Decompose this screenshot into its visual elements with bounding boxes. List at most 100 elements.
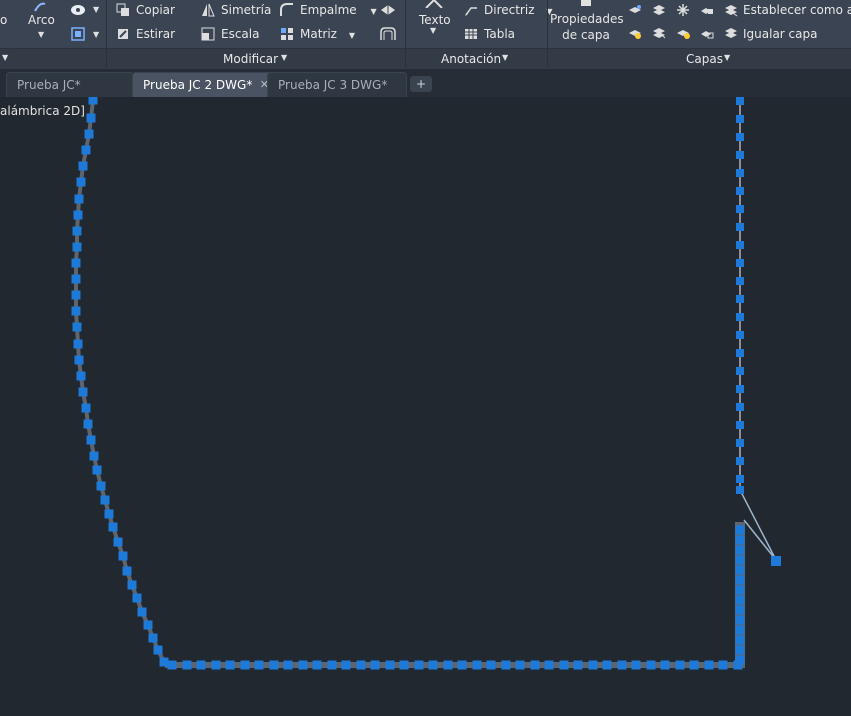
grip-marker[interactable] — [771, 556, 781, 566]
grip-marker[interactable] — [118, 551, 128, 561]
grip-marker[interactable] — [72, 322, 82, 332]
layer-on-icon[interactable] — [628, 26, 642, 40]
tab-prueba-jc[interactable]: Prueba JC* — [6, 72, 134, 97]
grip-marker[interactable] — [89, 451, 99, 461]
grip-marker[interactable] — [312, 660, 322, 670]
grip-marker[interactable] — [81, 403, 91, 413]
grip-marker[interactable] — [736, 97, 744, 105]
grip-marker[interactable] — [735, 555, 745, 565]
boundary-icon[interactable] — [70, 26, 86, 42]
arc-button[interactable]: Arco ▼ — [26, 0, 56, 44]
hatch-dropdown-icon[interactable]: ▼ — [93, 5, 99, 14]
text-dropdown-icon[interactable]: ▼ — [430, 26, 436, 35]
fillet-button[interactable]: Empalme ▼ — [280, 1, 377, 19]
grip-marker[interactable] — [370, 660, 380, 670]
grip-marker[interactable] — [399, 660, 409, 670]
grip-marker[interactable] — [736, 385, 744, 393]
tab-prueba-jc-2[interactable]: Prueba JC 2 DWG* ✕ — [132, 72, 278, 97]
grip-marker[interactable] — [735, 535, 745, 545]
grip-marker[interactable] — [736, 223, 744, 231]
grip-marker[interactable] — [735, 625, 745, 635]
grip-marker[interactable] — [86, 113, 96, 123]
grip-marker[interactable] — [76, 371, 86, 381]
grip-marker[interactable] — [81, 145, 91, 155]
array-button[interactable]: Matriz ▼ — [280, 25, 355, 43]
grip-marker[interactable] — [356, 660, 366, 670]
grip-marker[interactable] — [736, 277, 744, 285]
grip-marker[interactable] — [689, 660, 699, 670]
grip-marker[interactable] — [428, 660, 438, 670]
array-dropdown-icon[interactable]: ▼ — [349, 31, 355, 40]
grip-marker[interactable] — [646, 660, 656, 670]
grip-marker[interactable] — [74, 355, 84, 365]
grip-marker[interactable] — [122, 566, 132, 576]
grip-marker[interactable] — [254, 660, 264, 670]
grip-marker[interactable] — [88, 97, 98, 105]
grip-marker[interactable] — [736, 486, 744, 494]
grip-marker[interactable] — [71, 290, 81, 300]
stretch-button[interactable]: Estirar — [116, 25, 175, 43]
scale-button[interactable]: Escala — [201, 25, 259, 43]
grip-marker[interactable] — [735, 605, 745, 615]
layer-set-current-icon[interactable] — [724, 3, 738, 17]
grip-marker[interactable] — [182, 660, 192, 670]
grip-marker[interactable] — [736, 457, 744, 465]
copy-button[interactable]: Copiar — [116, 1, 175, 19]
grip-marker[interactable] — [414, 660, 424, 670]
grip-marker[interactable] — [735, 585, 745, 595]
grip-marker[interactable] — [501, 660, 511, 670]
draw-panel-bar[interactable]: ▼ — [0, 48, 106, 69]
grip-marker[interactable] — [675, 660, 685, 670]
arc-dropdown-icon[interactable]: ▼ — [38, 26, 44, 44]
grip-marker[interactable] — [631, 660, 641, 670]
new-tab-button[interactable]: + — [410, 76, 432, 92]
grip-marker[interactable] — [153, 645, 163, 655]
grip-marker[interactable] — [196, 660, 206, 670]
grip-marker[interactable] — [588, 660, 598, 670]
grip-marker[interactable] — [73, 210, 83, 220]
grip-marker[interactable] — [211, 660, 221, 670]
fillet-dropdown-icon[interactable]: ▼ — [370, 7, 376, 16]
grip-marker[interactable] — [298, 660, 308, 670]
grip-marker[interactable] — [736, 475, 744, 483]
grip-marker[interactable] — [113, 537, 123, 547]
grip-marker[interactable] — [736, 241, 744, 249]
offset-icon[interactable] — [379, 26, 397, 42]
layer-unisolate-icon[interactable] — [652, 26, 666, 40]
drawing-viewport[interactable] — [0, 97, 851, 716]
layers-panel-dropdown-icon[interactable]: ▼ — [724, 53, 730, 62]
grip-marker[interactable] — [559, 660, 569, 670]
match-layer-icon[interactable] — [724, 26, 738, 40]
grip-marker[interactable] — [617, 660, 627, 670]
grip-marker[interactable] — [486, 660, 496, 670]
grip-marker[interactable] — [143, 620, 153, 630]
grip-marker[interactable] — [530, 660, 540, 670]
annotation-panel-bar[interactable]: Anotación ▼ — [406, 48, 547, 69]
grip-marker[interactable] — [96, 481, 106, 491]
set-current-label[interactable]: Establecer como actual — [743, 1, 851, 19]
grip-marker[interactable] — [225, 660, 235, 670]
grip-marker[interactable] — [736, 259, 744, 267]
grip-marker[interactable] — [132, 593, 142, 603]
viewport-visual-style-label[interactable]: alámbrica 2D] — [0, 104, 85, 118]
grip-marker[interactable] — [137, 607, 147, 617]
match-layer-label[interactable]: Igualar capa — [743, 25, 817, 43]
grip-marker[interactable] — [84, 129, 94, 139]
grip-marker[interactable] — [736, 133, 744, 141]
grip-marker[interactable] — [735, 635, 745, 645]
layer-off-icon[interactable] — [628, 3, 642, 17]
layer-isolate-icon[interactable] — [652, 3, 666, 17]
draw-panel-dropdown-icon[interactable]: ▼ — [2, 53, 8, 62]
grip-marker[interactable] — [108, 522, 118, 532]
grip-marker[interactable] — [735, 575, 745, 585]
grip-marker[interactable] — [660, 660, 670, 670]
grip-marker[interactable] — [573, 660, 583, 670]
grip-marker[interactable] — [83, 419, 93, 429]
grip-marker[interactable] — [443, 660, 453, 670]
layers-panel-bar[interactable]: Capas ▼ — [548, 48, 851, 69]
grip-marker[interactable] — [92, 465, 102, 475]
modify-panel-dropdown-icon[interactable]: ▼ — [281, 53, 287, 62]
grip-marker[interactable] — [74, 194, 84, 204]
grip-marker[interactable] — [72, 226, 82, 236]
grip-marker[interactable] — [736, 187, 744, 195]
